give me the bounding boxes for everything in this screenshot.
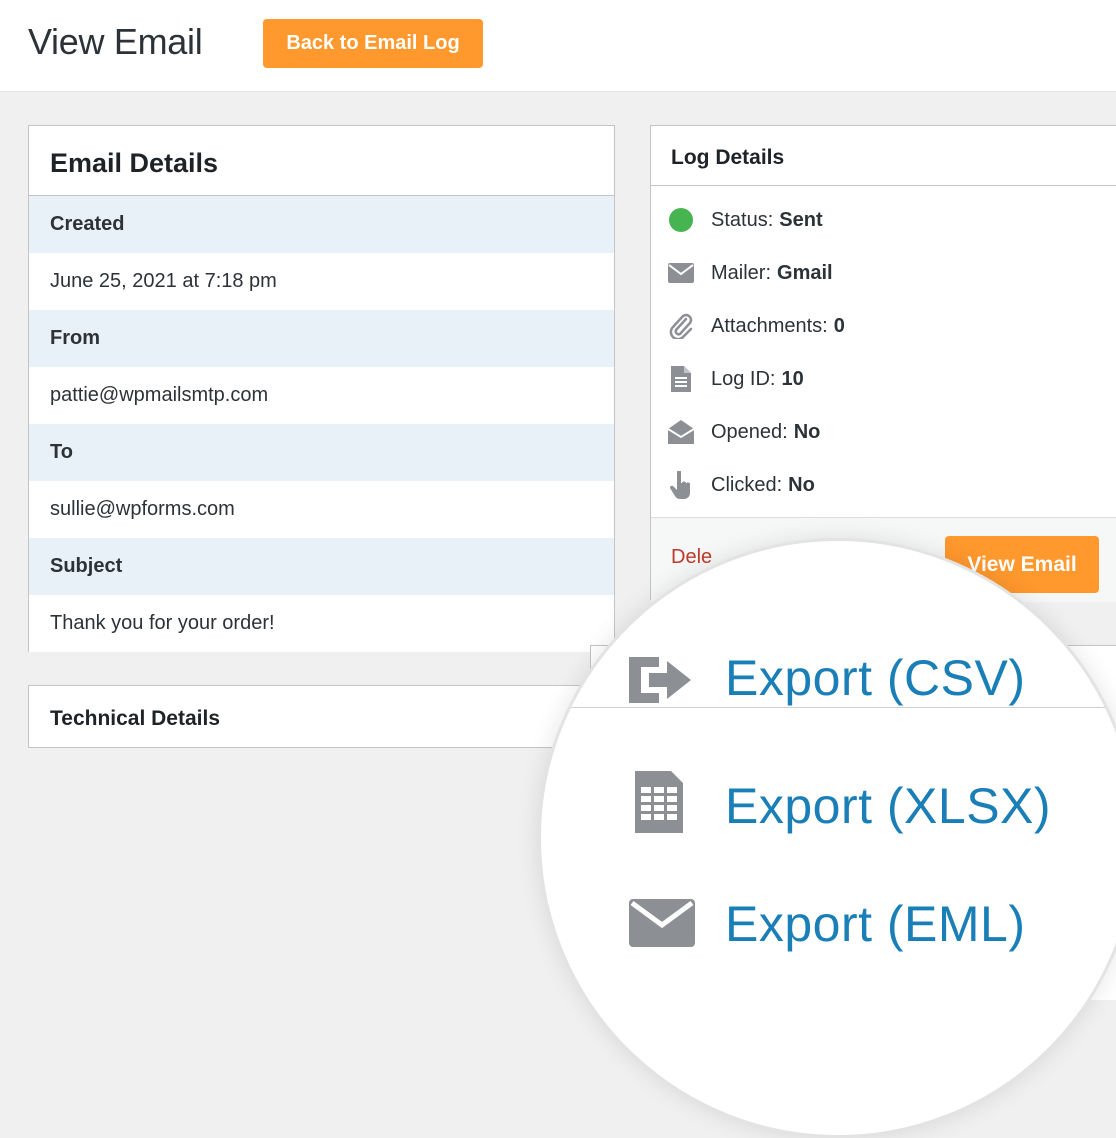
clicked-label: Clicked: <box>711 473 783 496</box>
opened-value: No <box>793 420 821 443</box>
status-label: Status: <box>711 208 774 231</box>
paperclip-icon <box>667 312 695 340</box>
log-id: Log ID: 10 <box>667 364 804 394</box>
from-label: From <box>29 310 614 367</box>
mailer-value: Gmail <box>777 261 833 284</box>
document-icon <box>667 365 695 393</box>
back-to-email-log-button[interactable]: Back to Email Log <box>263 19 483 68</box>
status-value: Sent <box>779 208 823 231</box>
log-clicked: Clicked: No <box>667 470 815 500</box>
log-id-value: 10 <box>781 367 804 390</box>
magnifier-divider <box>541 707 1116 708</box>
log-opened: Opened: No <box>667 417 820 447</box>
attachments-value: 0 <box>833 314 845 337</box>
log-status: Status: Sent <box>667 205 823 235</box>
log-details-title: Log Details <box>651 126 1116 186</box>
status-dot-icon <box>667 206 695 234</box>
spreadsheet-icon <box>635 771 683 838</box>
to-value: sullie@wpforms.com <box>29 481 614 538</box>
created-label: Created <box>29 196 614 253</box>
email-details-title: Email Details <box>29 126 614 196</box>
technical-details-panel[interactable]: Technical Details <box>28 685 615 748</box>
technical-details-title: Technical Details <box>50 707 221 730</box>
export-arrow-icon <box>629 657 691 708</box>
attachments-label: Attachments: <box>711 314 828 337</box>
magnifier-callout: Export (CSV) Export (XLSX) Export (EML) <box>538 538 1116 1138</box>
log-details-panel: Log Details Status: Sent Mailer: Gmail A… <box>650 125 1116 602</box>
subject-label: Subject <box>29 538 614 595</box>
pointer-hand-icon <box>667 471 695 499</box>
mailer-label: Mailer: <box>711 261 772 284</box>
delete-link[interactable]: Dele <box>671 546 712 569</box>
export-xlsx-link[interactable]: Export (XLSX) <box>725 777 1051 835</box>
from-value: pattie@wpmailsmtp.com <box>29 367 614 424</box>
log-attachments: Attachments: 0 <box>667 311 845 341</box>
envelope-icon <box>667 259 695 287</box>
export-eml-link[interactable]: Export (EML) <box>725 895 1026 953</box>
to-label: To <box>29 424 614 481</box>
email-details-panel: Email Details Created June 25, 2021 at 7… <box>28 125 615 652</box>
page-title: View Email <box>28 21 203 62</box>
log-mailer: Mailer: Gmail <box>667 258 833 288</box>
clicked-value: No <box>788 473 815 496</box>
export-csv-link[interactable]: Export (CSV) <box>725 649 1026 707</box>
page-header: View Email Back to Email Log <box>0 0 1116 92</box>
envelope-icon <box>629 899 695 952</box>
opened-envelope-icon <box>667 418 695 446</box>
log-id-label: Log ID: <box>711 367 776 390</box>
subject-value: Thank you for your order! <box>29 595 614 652</box>
opened-label: Opened: <box>711 420 788 443</box>
created-value: June 25, 2021 at 7:18 pm <box>29 253 614 310</box>
